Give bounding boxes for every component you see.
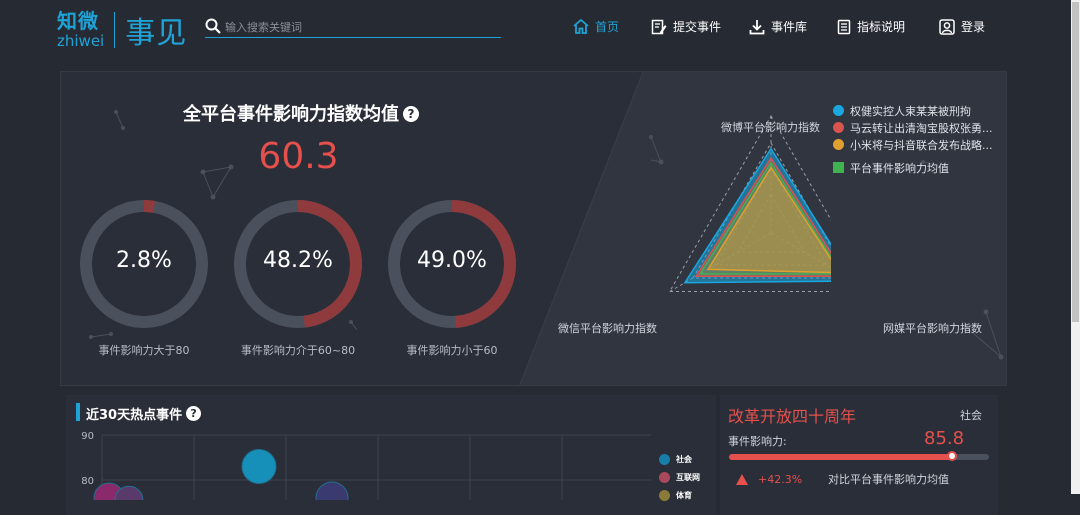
- featured-event-panel: 改革开放四十周年 社会 事件影响力: 85.8 +42.3% 对比平台事件影响力…: [720, 395, 998, 515]
- donut-below-60: 49.0%: [386, 198, 518, 330]
- title-accent-bar: [76, 403, 80, 421]
- featured-event-title[interactable]: 改革开放四十周年: [728, 403, 856, 427]
- user-icon: [939, 18, 955, 35]
- legend-label: 权健实控人束某某被刑拘: [850, 104, 971, 118]
- document-list-icon: [837, 19, 851, 34]
- legend-marker: [659, 471, 670, 483]
- radar-axis-wechat: 微信平台影响力指数: [558, 322, 657, 335]
- legend-item[interactable]: 平台事件影响力均值: [833, 159, 993, 176]
- influence-progress-bar: [729, 451, 989, 461]
- radar-axis-weibo: 微博平台影响力指数: [721, 121, 820, 134]
- donut-label-below-60: 事件影响力小于60: [406, 344, 498, 357]
- nav-library[interactable]: 事件库: [749, 18, 807, 35]
- legend-item[interactable]: 马云转让出清淘宝股权张勇...: [833, 119, 993, 136]
- bubble-legend-item[interactable]: 互联网: [659, 468, 700, 486]
- nav-submit[interactable]: 提交事件: [651, 18, 721, 35]
- nav-login[interactable]: 登录: [939, 18, 985, 35]
- bubble-legend-label: 社会: [676, 454, 692, 464]
- header: 知微 zhiwei 事见 首页 提交事件: [0, 0, 1080, 60]
- bubble-legend-label: 体育: [676, 490, 692, 500]
- hot-events-panel: 近30天热点事件? 90 80 社会 互联网 体育: [66, 395, 716, 515]
- summary-title-text: 全平台事件影响力指数均值: [183, 104, 399, 125]
- radar-axis-web-media: 网媒平台影响力指数: [883, 322, 982, 335]
- legend-marker: [833, 105, 844, 116]
- average-index-value: 60.3: [258, 136, 339, 177]
- legend-label: 马云转让出清淘宝股权张勇...: [850, 121, 993, 135]
- legend-label: 小米将与抖音联合发布战略...: [850, 138, 993, 152]
- hot-events-title: 近30天热点事件?: [86, 404, 202, 423]
- comparison-percent: +42.3%: [758, 472, 803, 486]
- edit-document-icon: [651, 19, 667, 34]
- bubble-grid: [101, 434, 651, 500]
- page-scrollbar[interactable]: [1071, 0, 1080, 494]
- donut-label-60-80: 事件影响力介于60~80: [240, 344, 356, 357]
- featured-influence-value: 85.8: [924, 428, 965, 449]
- influence-progress-fill: [729, 454, 953, 460]
- download-tray-icon: [749, 19, 765, 34]
- bubble-legend-label: 互联网: [676, 472, 700, 482]
- trend-up-icon: [736, 473, 748, 485]
- y-tick-label: 80: [81, 476, 94, 487]
- y-tick-label: 90: [81, 431, 94, 442]
- nav-home[interactable]: 首页: [573, 18, 619, 35]
- featured-event-category: 社会: [960, 409, 982, 422]
- legend-marker: [833, 139, 844, 150]
- nav-library-label: 事件库: [771, 20, 808, 34]
- featured-influence-label: 事件影响力:: [728, 435, 787, 448]
- legend-marker: [833, 122, 844, 133]
- legend-item[interactable]: 小米将与抖音联合发布战略...: [833, 136, 993, 153]
- nav-metrics[interactable]: 指标说明: [837, 18, 905, 35]
- nav-login-label: 登录: [961, 20, 986, 34]
- donut-value-above-80: 2.8%: [116, 248, 172, 273]
- donut-value-below-60: 49.0%: [417, 248, 487, 273]
- legend-marker: [659, 453, 670, 465]
- legend-item[interactable]: 权健实控人束某某被刑拘: [833, 102, 993, 119]
- legend-marker: [659, 489, 670, 501]
- bubble-point[interactable]: [315, 481, 349, 500]
- nav-metrics-label: 指标说明: [857, 20, 906, 34]
- radar-legend: 权健实控人束某某被刑拘 马云转让出清淘宝股权张勇... 小米将与抖音联合发布战略…: [833, 102, 993, 176]
- donut-value-60-80: 48.2%: [263, 248, 333, 273]
- home-icon: [573, 19, 589, 34]
- legend-label: 平台事件影响力均值: [850, 161, 949, 175]
- bubble-point[interactable]: [241, 449, 277, 484]
- nav-home-label: 首页: [595, 20, 620, 34]
- scrollbar-thumb[interactable]: [1072, 2, 1079, 322]
- summary-panel: 全平台事件影响力指数均值? 60.3 2.8% 事件影响力大于80 48.2% …: [60, 71, 1007, 386]
- comparison-desc: 对比平台事件影响力均值: [828, 473, 949, 486]
- bubble-legend-item[interactable]: 体育: [659, 486, 700, 504]
- donut-above-80: 2.8%: [78, 198, 210, 330]
- influence-progress-knob: [947, 451, 958, 461]
- nav-submit-label: 提交事件: [673, 20, 722, 34]
- help-icon[interactable]: ?: [186, 406, 202, 421]
- main-nav: 首页 提交事件 事件库 指标说明 登录: [0, 18, 1080, 40]
- bubble-legend: 社会 互联网 体育: [659, 450, 700, 504]
- summary-title: 全平台事件影响力指数均值?: [61, 100, 541, 126]
- bubble-legend-item[interactable]: 社会: [659, 450, 700, 468]
- donut-60-80: 48.2%: [232, 198, 364, 330]
- bubble-chart: 90 80: [81, 431, 651, 500]
- comparison-stat: +42.3% 对比平台事件影响力均值: [728, 471, 949, 487]
- hot-events-title-text: 近30天热点事件: [86, 408, 183, 423]
- legend-marker: [833, 162, 844, 173]
- help-icon[interactable]: ?: [403, 106, 419, 122]
